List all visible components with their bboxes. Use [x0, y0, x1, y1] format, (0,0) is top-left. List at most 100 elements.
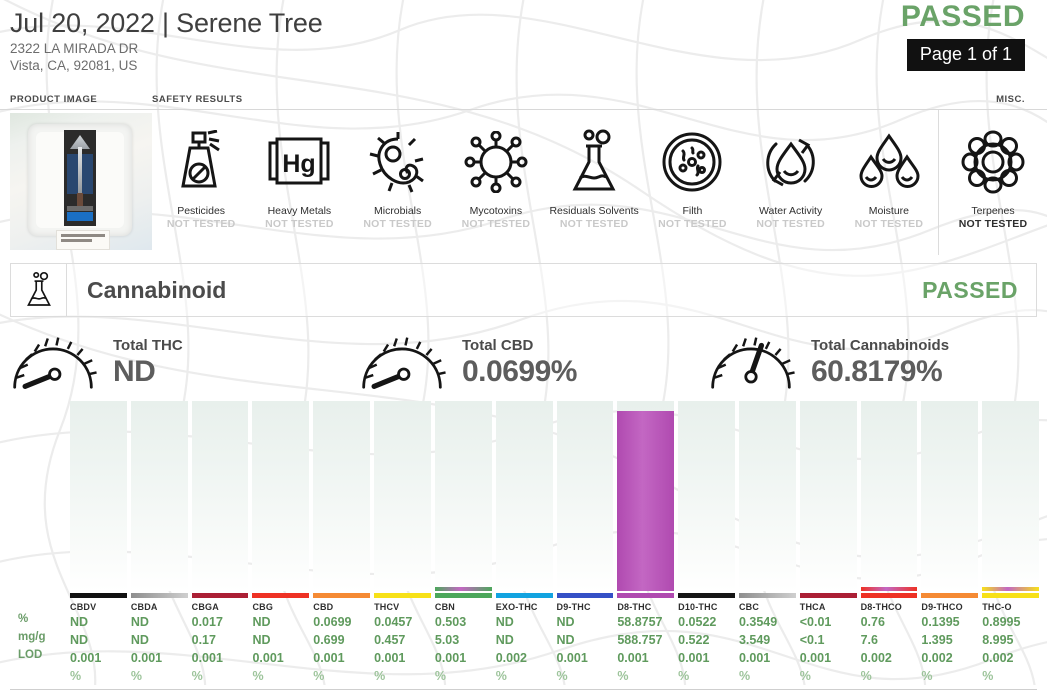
table-column: D8-THCO 0.76 7.6 0.002%: [860, 593, 918, 685]
chart-column: [982, 401, 1039, 591]
analyte-lod: 0.001: [617, 651, 649, 665]
analyte-name: D9-THCO: [921, 602, 963, 612]
gauge-icon: [0, 335, 105, 389]
product-image: [10, 113, 152, 250]
filth-petri-dish-icon: [643, 121, 741, 203]
package-text-block: [67, 206, 93, 211]
analyte-percent: 0.017: [191, 615, 223, 629]
analyte-name: THCV: [374, 602, 400, 612]
coa-page: Jul 20, 2022 | Serene Tree 2322 LA MIRAD…: [0, 0, 1047, 690]
analyte-mgg: 588.757: [617, 633, 663, 647]
table-column: THCV 0.0457 0.457 0.001%: [374, 593, 431, 685]
analyte-color-swatch: [556, 593, 614, 598]
safety-name: Filth: [682, 205, 703, 217]
analyte-color-swatch: [374, 593, 431, 598]
analyte-mgg: 3.549: [738, 633, 771, 647]
analyte-name: D10-THC: [678, 602, 718, 612]
analyte-color-swatch: [617, 593, 675, 598]
safety-status: NOT TESTED: [461, 218, 531, 230]
page-indicator: Page 1 of 1: [906, 39, 1025, 71]
analyte-lod: 0.002: [982, 651, 1014, 665]
flask-icon: [11, 264, 67, 316]
overall-status-badge: PASSED: [900, 0, 1025, 33]
misc-name: Terpenes: [971, 205, 1015, 217]
table-column: EXO-THC ND ND 0.002%: [495, 593, 553, 685]
table-column: THC-O 0.8995 8.995 0.002%: [982, 593, 1039, 685]
analyte-percent: <0.01: [799, 615, 832, 629]
chart-bar: [982, 587, 1039, 591]
safety-status: NOT TESTED: [854, 218, 924, 230]
label-misc: MISC.: [996, 94, 1025, 105]
summary-value: 60.8179%: [811, 354, 943, 388]
analyte-mgg: 8.995: [982, 633, 1014, 647]
analyte-color-swatch: [678, 593, 735, 598]
analyte-lod: 0.001: [70, 651, 102, 665]
analyte-percent: 0.0522: [678, 615, 717, 629]
analyte-lod-unit: %: [678, 669, 690, 683]
panels-row: Pesticides NOT TESTED Hg Heavy Metals NO…: [0, 110, 1047, 255]
analyte-mgg: 7.6: [860, 633, 878, 647]
package-brand-bar: [67, 212, 93, 221]
analyte-lod-unit: %: [313, 669, 325, 683]
chart-column: [252, 401, 310, 591]
analyte-name: D9-THC: [556, 602, 591, 612]
analyte-percent: ND: [130, 615, 149, 629]
analyte-name: THC-O: [982, 602, 1012, 612]
chart-columns: [70, 401, 1039, 591]
chart-column: [434, 401, 492, 591]
analyte-name: CBC: [738, 602, 760, 612]
analyte-name: CBGA: [191, 602, 219, 612]
safety-status: NOT TESTED: [166, 218, 236, 230]
analyte-lod: 0.001: [799, 651, 832, 665]
analyte-lod-unit: %: [130, 669, 142, 683]
footer-text-3: [725, 690, 728, 696]
terpene-flower-icon: [939, 121, 1047, 203]
footer-text-2: [478, 690, 481, 696]
misc-group: Terpenes NOT TESTED: [938, 110, 1047, 255]
address-line-1: 2322 LA MIRADA DR: [10, 41, 139, 56]
analyte-color-swatch: [982, 593, 1039, 598]
analyte-lod: 0.001: [130, 651, 163, 665]
chart-bar: [434, 587, 492, 591]
analyte-percent: 0.76: [860, 615, 885, 629]
analyte-lod-unit: %: [495, 669, 507, 683]
footer-clipped-row: [10, 690, 1047, 696]
analyte-color-swatch: [921, 593, 979, 598]
analyte-percent: 0.3549: [738, 615, 778, 629]
summary-text: Total CBD 0.0699%: [454, 336, 577, 389]
table-column: CBDA ND ND 0.001%: [130, 593, 188, 685]
analyte-color-swatch: [313, 593, 371, 598]
table-column: D9-THC ND ND 0.001%: [556, 593, 614, 685]
analyte-percent: 0.0699: [313, 615, 352, 629]
analyte-percent: 0.503: [434, 615, 467, 629]
analyte-mgg: ND: [252, 633, 271, 647]
summary-total-thc: Total THC ND: [0, 335, 349, 389]
analyte-mgg: 0.17: [191, 633, 216, 647]
summary-label: Total THC: [113, 336, 183, 354]
chart-column: [374, 401, 431, 591]
table-column: CBD 0.0699 0.699 0.001%: [313, 593, 371, 685]
analyte-lod: 0.001: [556, 651, 588, 665]
analyte-percent: 0.0457: [374, 615, 413, 629]
analyte-percent: 0.8995: [982, 615, 1021, 629]
analyte-lod-unit: %: [738, 669, 751, 683]
chart-column: [678, 401, 735, 591]
moisture-droplets-icon: [840, 121, 938, 203]
safety-item-moisture: Moisture NOT TESTED: [840, 115, 938, 231]
pesticide-spray-icon: [152, 121, 250, 203]
address-line-2: Vista, CA, 92081, US: [10, 58, 138, 73]
table-column: D10-THC 0.0522 0.522 0.001%: [678, 593, 735, 685]
gauge-icon: [698, 335, 803, 389]
analyte-name: D8-THCO: [860, 602, 902, 612]
safety-status: NOT TESTED: [265, 218, 334, 230]
chart-column: [191, 401, 249, 591]
vape-cartridge-package: [64, 130, 96, 226]
product-label-sticker: [56, 230, 110, 250]
chart-column: [70, 401, 127, 591]
table-column: D8-THC 58.8757 588.757 0.001%: [617, 593, 675, 685]
page-title: Jul 20, 2022 | Serene Tree: [10, 8, 323, 38]
safety-item-residual-solvents: Residuals Solvents NOT TESTED: [545, 115, 643, 231]
footer-text-4: [965, 690, 968, 696]
table-column: CBC 0.3549 3.549 0.001%: [738, 593, 796, 685]
chart-column: [495, 401, 553, 591]
